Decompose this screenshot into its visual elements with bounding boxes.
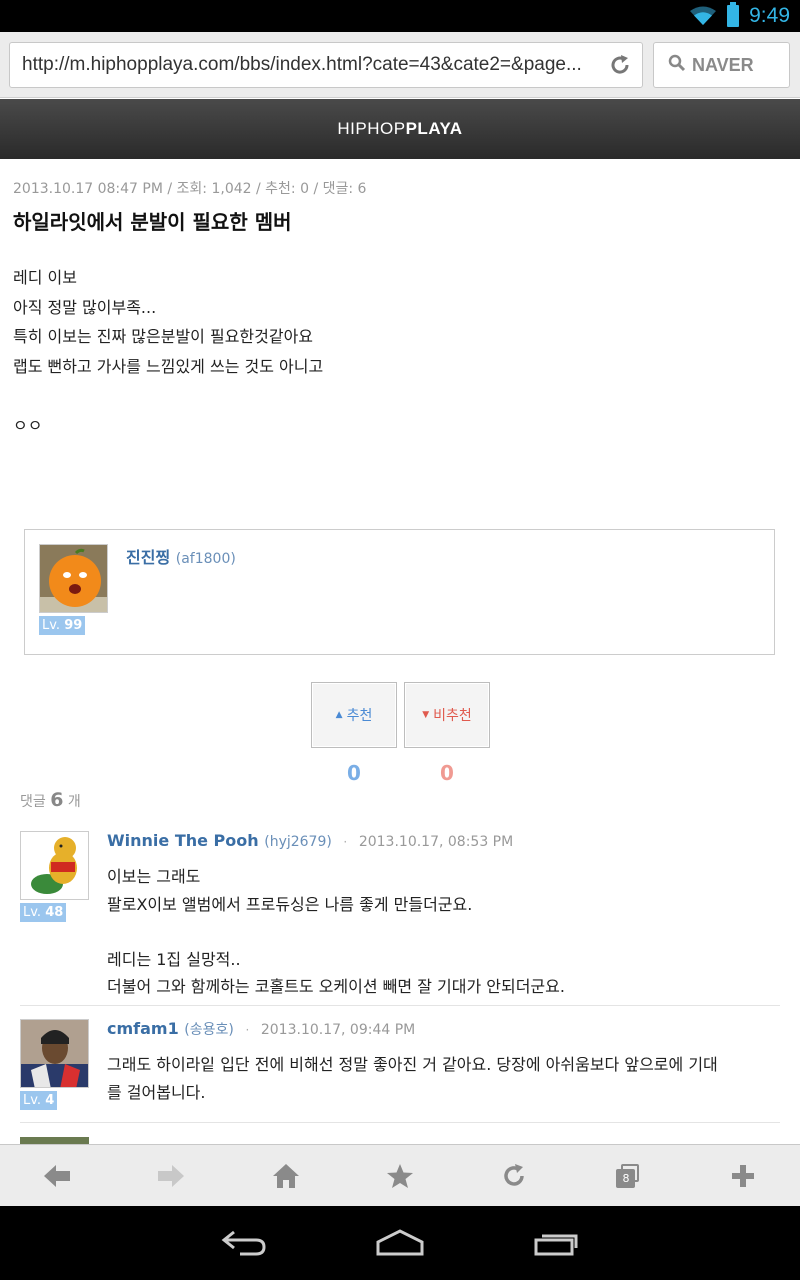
system-back-button[interactable] <box>216 1223 272 1263</box>
comment-text: 이보는 그래도 팔로X이보 앨범에서 프로듀싱은 나름 좋게 만들더군요. 레디… <box>107 863 777 1001</box>
comment-author: cmfam1 (송용호) · 2013.10.17, 09:44 PM <box>107 1019 415 1039</box>
comment-line <box>107 918 777 946</box>
author-box: Lv. 99 진진찡 (af1800) <box>24 529 775 655</box>
comment-author: Winnie The Pooh (hyj2679) · 2013.10.17, … <box>107 831 513 850</box>
level-badge: Lv. 4 <box>20 1091 58 1110</box>
url-input[interactable]: http://m.hiphopplaya.com/bbs/index.html?… <box>9 42 643 88</box>
avatar[interactable] <box>39 544 108 613</box>
comment-author-id: (송용호) <box>184 1022 234 1038</box>
site-logo[interactable]: HIPHOPPLAYA <box>337 119 462 139</box>
comment-date: 2013.10.17, 09:44 PM <box>260 1022 416 1038</box>
recents-icon <box>534 1234 578 1256</box>
recommend-label: 추천 <box>346 708 373 724</box>
bookmark-button[interactable] <box>343 1145 457 1207</box>
level-prefix: Lv. <box>42 618 61 633</box>
separator-dot: · <box>343 835 348 849</box>
post-body-line: ㅇㅇ <box>13 415 43 435</box>
separator-dot: · <box>245 1023 250 1037</box>
search-placeholder: NAVER <box>692 54 754 75</box>
battery-icon <box>727 2 740 27</box>
author-id: (af1800) <box>175 551 236 567</box>
reload-icon[interactable] <box>608 53 632 77</box>
comment-line: 를 걸어봅니다. <box>107 1082 206 1102</box>
comments-header: 댓글 6 개 <box>20 789 81 811</box>
home-button[interactable] <box>229 1145 343 1207</box>
tab-count: 8 <box>616 1168 636 1188</box>
level-value: 48 <box>45 905 64 920</box>
author-nick[interactable]: 진진찡 <box>126 548 170 567</box>
wifi-icon <box>689 6 717 26</box>
system-home-button[interactable] <box>372 1223 428 1263</box>
level-prefix: Lv. <box>23 1093 42 1108</box>
not-recommend-button[interactable]: ▼ 비추천 <box>404 682 490 748</box>
post-content: 2013.10.17 08:47 PM / 조회: 1,042 / 추천: 0 … <box>0 159 800 1144</box>
clock: 9:49 <box>749 4 790 27</box>
browser-address-bar: http://m.hiphopplaya.com/bbs/index.html?… <box>0 32 800 98</box>
back-icon <box>221 1230 266 1256</box>
arrow-left-icon <box>44 1164 71 1187</box>
url-text[interactable]: http://m.hiphopplaya.com/bbs/index.html?… <box>22 54 602 76</box>
post-body-line: 아직 정말 많이부족... <box>13 297 157 317</box>
not-recommend-label: 비추천 <box>433 708 472 724</box>
comment-author-id: (hyj2679) <box>264 834 332 850</box>
home-icon <box>272 1163 299 1188</box>
comment-line: 레디는 1집 실망적.. <box>107 949 241 969</box>
back-button[interactable] <box>0 1145 114 1207</box>
triangle-up-icon: ▲ <box>335 710 343 720</box>
logo-bold: PLAYA <box>405 119 463 138</box>
level-value: 99 <box>64 618 83 633</box>
level-value: 4 <box>45 1093 55 1108</box>
home-outline-icon <box>376 1229 424 1256</box>
comment-text: 그래도 하이라잍 입단 전에 비해선 정말 좋아진 거 같아요. 당장에 아쉬움… <box>107 1051 777 1106</box>
level-badge: Lv. 48 <box>20 903 67 922</box>
post-body-line: 레디 이보 <box>13 268 77 287</box>
system-nav-bar <box>0 1206 800 1280</box>
system-recents-button[interactable] <box>528 1223 584 1263</box>
tabs-button[interactable]: 8 <box>571 1145 685 1207</box>
search-icon <box>668 54 686 76</box>
triangle-down-icon: ▼ <box>422 710 430 720</box>
post-body-line: 랩도 뻔하고 가사를 느낌있게 쓰는 것도 아니고 <box>13 356 324 376</box>
post-body: 레디 이보 아직 정말 많이부족... 특히 이보는 진짜 많은분발이 필요한것… <box>13 263 323 440</box>
level-prefix: Lv. <box>23 905 42 920</box>
status-bar: 9:49 <box>0 0 800 32</box>
comment-line: 그래도 하이라잍 입단 전에 비해선 정말 좋아진 거 같아요. 당장에 아쉬움… <box>107 1055 718 1074</box>
comment-line: 이보는 그래도 <box>107 867 201 886</box>
post-title: 하일라잇에서 분발이 필요한 멤버 <box>13 210 292 234</box>
arrow-right-icon <box>158 1164 185 1187</box>
comment-line: 팔로X이보 앨범에서 프로듀싱은 나름 좋게 만들더군요. <box>107 894 473 914</box>
new-tab-button[interactable] <box>686 1145 800 1207</box>
comments-label: 댓글 <box>20 794 46 810</box>
post-body-line <box>13 381 323 411</box>
tabs-icon: 8 <box>616 1163 640 1188</box>
refresh-button[interactable] <box>457 1145 571 1207</box>
comment-item: Lv. 48 Winnie The Pooh (hyj2679) · 2013.… <box>20 831 780 1006</box>
recommend-button[interactable]: ▲ 추천 <box>311 682 397 748</box>
post-meta: 2013.10.17 08:47 PM / 조회: 1,042 / 추천: 0 … <box>13 181 367 197</box>
comments-unit: 개 <box>67 794 81 810</box>
recommend-count: 0 <box>347 761 361 785</box>
post-body-line: 특히 이보는 진짜 많은분발이 필요한것같아요 <box>13 327 314 346</box>
refresh-icon <box>504 1163 524 1186</box>
site-header: HIPHOPPLAYA <box>0 99 800 159</box>
logo-light: HIPHOP <box>337 119 406 138</box>
level-badge: Lv. 99 <box>39 616 86 635</box>
author-name[interactable]: 진진찡 (af1800) <box>126 544 236 568</box>
avatar[interactable] <box>20 1019 89 1088</box>
comments-count: 6 <box>50 789 64 811</box>
plus-icon <box>731 1164 754 1187</box>
comment-line: 더불어 그와 함께하는 코홀트도 오케이션 빼면 잘 기대가 안되더군요. <box>107 977 565 996</box>
comment-item: Lv. 4 cmfam1 (송용호) · 2013.10.17, 09:44 P… <box>20 1019 780 1123</box>
star-icon <box>386 1163 413 1188</box>
avatar[interactable] <box>20 831 89 900</box>
comment-author-name[interactable]: Winnie The Pooh <box>107 831 259 850</box>
comment-author-name[interactable]: cmfam1 <box>107 1019 179 1038</box>
comment-date: 2013.10.17, 08:53 PM <box>358 834 514 850</box>
avatar[interactable] <box>20 1137 89 1144</box>
search-input[interactable]: NAVER <box>653 42 790 88</box>
forward-button[interactable] <box>114 1145 228 1207</box>
browser-toolbar: 8 <box>0 1144 800 1206</box>
not-recommend-count: 0 <box>440 761 454 785</box>
